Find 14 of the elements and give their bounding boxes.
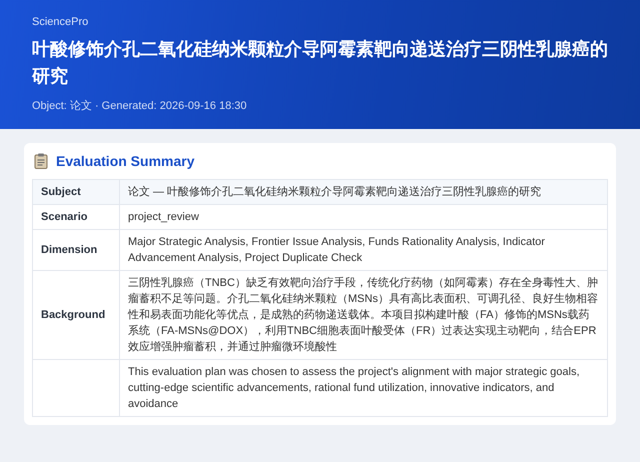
- brand-name: SciencePro: [32, 16, 90, 28]
- row-label: Subject: [41, 186, 81, 198]
- row-value: This evaluation plan was chosen to assess the project's alignment with major strategic goals, cutting-edge scientific advancements, rational fund utilization, innovative indicators, and avoidance: [128, 365, 580, 412]
- row-label: Dimension: [41, 244, 98, 256]
- report-title: 叶酸修饰介孔二氧化硅纳米颗粒介导阿霉素靶向递送治疗三阴性乳腺癌的研究: [32, 38, 609, 88]
- row-value: 论文 — 叶酸修饰介孔二氧化硅纳米颗粒介导阿霉素靶向递送治疗三阴性乳腺癌的研究: [128, 184, 542, 200]
- row-value: 三阴性乳腺癌（TNBC）缺乏有效靶向治疗手段，传统化疗药物（如阿霉素）存在全身毒性大、肿瘤蓄积不足等问题。介孔二氧化硅纳米颗粒（MSNs）具有高比表面积、可调孔径、良好生物相容性和易表面功能化等优点，是成熟的药物递送载体。本项目拟构建叶酸（FA）修饰的MSNs载药系统（FA-MSNs@DOX），利用TNBC细胞表面叶酸受体（FR）过表达实现主动靶向，结合EPR效应增强肿瘤蓄积，并通过肿瘤微环境酸性: [128, 276, 599, 355]
- report-meta: Object: 论文 · Generated: 2026-09-16 18:30: [32, 98, 248, 113]
- row-label: Scenario: [41, 211, 88, 223]
- row-value: project_review: [128, 210, 200, 225]
- section-title: Evaluation Summary: [56, 153, 194, 169]
- row-value: Major Strategic Analysis, Frontier Issue Analysis, Funds Rationality Analysis, Indicator Advancement Analysis, Project Duplicate Check: [128, 235, 546, 266]
- clipboard-icon: [34, 153, 48, 169]
- row-label: Background: [41, 309, 106, 321]
